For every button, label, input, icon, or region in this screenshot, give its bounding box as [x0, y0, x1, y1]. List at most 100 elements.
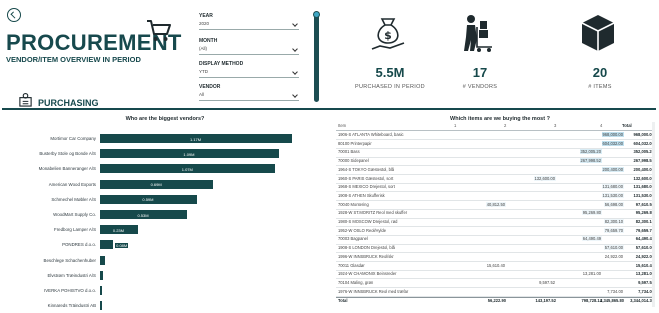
table-item-name: 80100 Printerpapir: [338, 140, 372, 146]
table-item-name: 1976-W INNSBRUCK Reol med træfar: [338, 288, 409, 294]
kpi-purchased-label: PURCHASED IN PERIOD: [355, 84, 425, 90]
table-cell-value: 200,400.00: [633, 166, 655, 172]
vendor-label: Kinnareds Träindustri AB: [47, 303, 96, 309]
vendor-bar[interactable]: [100, 255, 105, 265]
vendor-label: Schmechel Møbler A/S: [51, 196, 96, 202]
vendor-bar[interactable]: [100, 286, 102, 295]
header-divider-line: [2, 108, 656, 110]
table-cell-value: 9,597.52: [539, 279, 555, 285]
chevron-down-icon: [292, 69, 298, 75]
slicer-vendor[interactable]: VENDOR All: [199, 84, 299, 101]
table-total-value: 56,222.90: [487, 298, 506, 304]
table-cell-value: 13,281.00: [582, 271, 601, 277]
table-cell-value: 132,600.00: [533, 175, 556, 181]
vendor-bar[interactable]: [100, 240, 114, 250]
table-item-name: 70011 Glasdør: [338, 262, 365, 268]
page-subtitle: VENDOR/ITEM OVERVIEW IN PERIOD: [6, 55, 141, 64]
vendor-label: IVERKA POHISTVO d.o.o.: [44, 288, 96, 293]
table-item-name: 70000 Sidepanel: [338, 158, 369, 164]
table-total-label: Total: [338, 298, 348, 304]
table-cell-value: 95,269.80: [581, 210, 602, 216]
table-item-name: 1964-S TOKYO Gæstestol, blå: [338, 166, 395, 172]
table-cell-value: 64,490.49: [581, 236, 602, 242]
divider-knob: [313, 11, 320, 18]
vendor-bar-value: 0.08M: [115, 242, 129, 248]
slicer-year[interactable]: YEAR 2020: [199, 13, 299, 30]
chevron-down-icon: [292, 21, 298, 27]
slicer-dropdown[interactable]: YTD: [199, 69, 299, 78]
table-cell-value: 131,680.00: [601, 184, 624, 190]
table-item-name: 1996-W INNSBRUCK Reol/skr: [338, 253, 394, 259]
table-column-header[interactable]: 4: [600, 123, 602, 128]
vendor-chart-title: Who are the biggest vendors?: [125, 116, 205, 122]
table-column-header[interactable]: 2: [504, 123, 506, 128]
table-cell-value: 352,005.20: [633, 149, 655, 155]
table-cell-value: 131,530.00: [601, 192, 624, 198]
table-column-header[interactable]: 1: [454, 123, 456, 128]
table-item-name: 1928-W ST.MORITZ Reol med skuffer: [338, 210, 408, 216]
vendor-bar-value: 0.23M: [112, 227, 124, 233]
table-total-value: 143,197.52: [535, 298, 557, 304]
vendor-bar-value: 0.69M: [150, 182, 162, 188]
table-total-value: 2,345,865.80: [600, 298, 624, 304]
vendor-bar-value: 0.53M: [137, 212, 149, 218]
table-cell-value: 131,680.00: [633, 184, 655, 190]
slicer-month[interactable]: MONTH (All): [199, 38, 299, 55]
table-cell-value: 352,005.20: [579, 149, 602, 155]
table-item-name: 1968-S MEXICO Drejestol, sort: [338, 184, 395, 190]
vendor-bar-chart: Mortimor Car Company 1.17M Busterby Stole …: [0, 130, 320, 311]
table-cell-value: 132,600.00: [633, 175, 655, 181]
table-cell-value: 604,032.00: [601, 140, 624, 146]
table-column-header[interactable]: Item: [338, 123, 346, 128]
vendor-bar-value: 0.59M: [142, 197, 154, 203]
vendor-bar-value: 1.07M: [181, 166, 193, 172]
item-matrix-table: Item 1 2 3 4 Total 1906-S ATLANTA Whiteboard, …: [336, 122, 656, 310]
vendor-label: Fredborg Lamper A/S: [54, 227, 96, 233]
table-cell-value: 56,698.00: [603, 201, 624, 207]
table-total-value: 798,728.14: [581, 298, 603, 304]
vendor-label: Mortimor Car Company: [50, 136, 96, 141]
vendor-bar[interactable]: [100, 270, 104, 280]
table-item-name: 70001 Bass: [338, 149, 360, 155]
table-cell-value: 200,400.00: [601, 166, 624, 172]
table-item-name: 1906-S ATLANTA Whiteboard, basic: [338, 132, 404, 137]
table-item-name: 1908-S LONDON Drejestol, blå: [338, 245, 395, 251]
vendor-label: Busterby Stole og Bonde A/S: [39, 151, 96, 157]
vendor-label: Beschlege Schachenhuber: [43, 257, 96, 263]
table-cell-value: 968,000.00: [601, 132, 624, 137]
vendor-bar-value: 1.09M: [183, 151, 195, 157]
shopping-cart-icon: [147, 20, 171, 41]
table-cell-value: 267,998.52: [633, 158, 655, 164]
slicer-dropdown[interactable]: 2020: [199, 21, 299, 30]
table-item-name: 1960-S PARIS Gæstestol, sort: [338, 175, 394, 181]
vendor-label: PONDRES d.o.o.: [62, 242, 96, 248]
vendor-label: American Wood Exports: [48, 181, 96, 187]
kpi-vendors-value: 17: [472, 65, 488, 80]
slicer-value: (All): [199, 46, 207, 51]
slicer-value: All: [199, 92, 205, 97]
back-button[interactable]: [7, 8, 21, 22]
table-column-header[interactable]: 3: [554, 123, 556, 128]
purchasing-icon: [19, 92, 32, 107]
table-cell-value: 79,659.70: [603, 227, 624, 233]
table-cell-value: 24,922.00: [604, 253, 623, 259]
table-scrollbar[interactable]: [652, 122, 655, 307]
table-cell-value: 968,000.00: [633, 132, 655, 137]
table-item-name: 1908-S ATHEN Skufferisk: [338, 192, 385, 198]
table-item-name: 70040 Montering: [338, 201, 369, 207]
chevron-down-icon: [292, 46, 298, 52]
vendor-bar-value: 1.17M: [189, 136, 202, 142]
chevron-down-icon: [292, 92, 298, 98]
vendor-bar[interactable]: [100, 301, 102, 311]
cube-icon: [581, 15, 615, 51]
svg-text:$: $: [384, 29, 392, 42]
slicer-dropdown[interactable]: All: [199, 92, 299, 101]
table-item-name: 1952-W OSLO Reol/Hylde: [338, 227, 387, 233]
slicer-display-method[interactable]: DISPLAY METHOD YTD: [199, 61, 299, 78]
slicer-dropdown[interactable]: (All): [199, 46, 299, 55]
header-divider: [314, 13, 319, 102]
section-title: PURCHASING: [38, 98, 99, 108]
table-column-header[interactable]: Total: [622, 123, 632, 128]
table-item-name: 70104 Maling, grøn: [338, 279, 374, 285]
vendor-label: WoodMart Supply Co.: [53, 212, 96, 217]
